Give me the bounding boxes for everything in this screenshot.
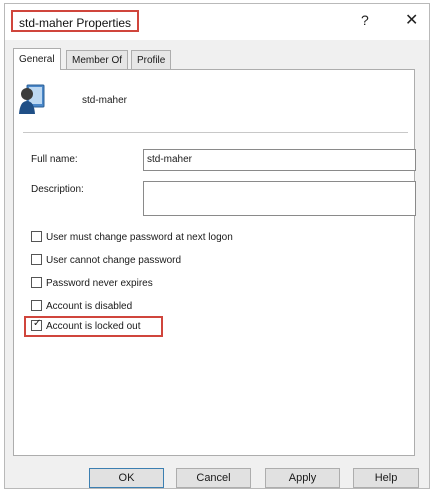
tab-profile[interactable]: Profile <box>131 50 172 69</box>
checkbox-label: Account is disabled <box>46 301 133 312</box>
user-account-icon <box>19 84 45 114</box>
dialog-title: std-maher Properties <box>11 10 140 32</box>
title-bar: std-maher Properties ? ✕ <box>5 4 429 40</box>
description-field[interactable] <box>143 181 416 216</box>
user-display-name: std-maher <box>82 95 128 106</box>
checkbox-label: Password never expires <box>46 278 153 289</box>
password-never-expires-checkbox[interactable]: Password never expires <box>31 276 153 292</box>
separator <box>23 132 408 133</box>
checkbox-box[interactable] <box>31 277 42 288</box>
close-icon[interactable]: ✕ <box>405 10 418 30</box>
full-name-field[interactable]: std-maher <box>143 149 416 171</box>
tab-member-of[interactable]: Member Of <box>66 50 129 69</box>
cancel-button[interactable]: Cancel <box>176 468 251 488</box>
checkbox-label: User cannot change password <box>46 255 182 266</box>
checkmark-icon: ✓ <box>33 318 42 329</box>
checkbox-label: User must change password at next logon <box>46 232 233 243</box>
account-disabled-checkbox[interactable]: Account is disabled <box>31 299 132 315</box>
description-label: Description: <box>31 184 84 195</box>
checkbox-box[interactable] <box>31 254 42 265</box>
checkbox-box[interactable] <box>31 231 42 242</box>
tab-general[interactable]: General <box>13 48 61 70</box>
must-change-password-checkbox[interactable]: User must change password at next logon <box>31 230 233 246</box>
apply-button[interactable]: Apply <box>265 468 340 488</box>
checkbox-box[interactable]: ✓ <box>31 318 42 331</box>
ok-button[interactable]: OK <box>89 468 164 488</box>
account-locked-out-checkbox[interactable]: ✓ Account is locked out <box>31 318 141 335</box>
help-icon[interactable]: ? <box>361 12 369 28</box>
checkbox-box[interactable] <box>31 300 42 311</box>
cannot-change-password-checkbox[interactable]: User cannot change password <box>31 253 181 269</box>
help-button[interactable]: Help <box>353 468 419 488</box>
full-name-label: Full name: <box>31 154 78 165</box>
checkbox-label: Account is locked out <box>46 321 141 332</box>
